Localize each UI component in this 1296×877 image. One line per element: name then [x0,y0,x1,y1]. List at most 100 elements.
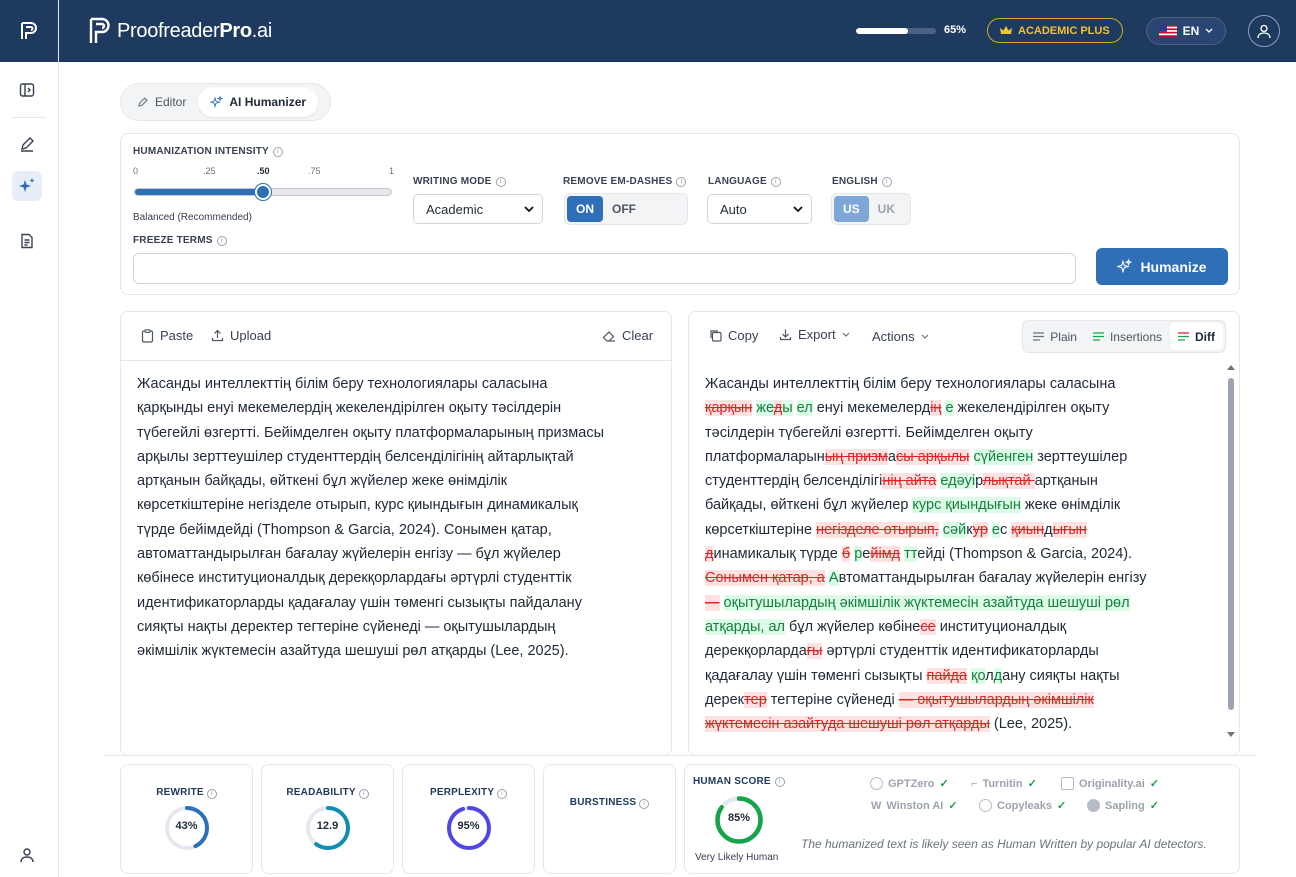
account-icon[interactable] [12,840,42,870]
info-icon[interactable]: i [770,176,781,187]
inserted-text: е [991,521,1000,538]
output-diff-text[interactable]: Жасанды интеллекттің білім беру технолог… [705,372,1209,736]
info-icon[interactable]: i [216,235,227,246]
crown-icon [1000,25,1012,34]
scrollbar-thumb[interactable] [1228,378,1234,710]
brand-logo[interactable]: Proofreader Pro .ai [87,16,272,46]
diff-line: Жасанды интеллекттің білім беру технолог… [705,372,1209,396]
mode-tabs: Editor AI Humanizer [120,83,331,121]
unchanged-text: студенттердің белсенділігі [705,473,883,490]
humanize-button-label: Humanize [1140,258,1207,275]
usage-percent: 65% [944,24,967,36]
paste-label: Paste [160,328,194,343]
clear-button[interactable]: Clear [602,328,653,343]
info-icon[interactable]: i [358,789,369,799]
sparkle-icon [1117,259,1133,274]
brand-name-bold: Pro [219,19,252,42]
english-uk-button[interactable]: UK [869,196,904,222]
check-icon: ✓ [1149,800,1159,812]
upload-button[interactable]: Upload [211,328,271,343]
scroll-down-icon[interactable] [1227,732,1235,738]
deleted-text: ың призм [824,448,888,465]
toggle-sidebar-icon[interactable] [12,75,42,105]
tick-label: .75 [308,166,321,176]
info-icon[interactable]: i [495,176,506,187]
diff-line: қадағалау үшін төменгі сызықты пайда қол… [705,664,1209,688]
intensity-ticks: 0 .25 .50 .75 1 [133,166,394,178]
text-line: түбегейлі өзгертті. Бейімделген оқыту пл… [137,424,604,441]
brand-name: Proofreader [117,19,220,42]
tab-ai-humanizer[interactable]: AI Humanizer [198,87,319,117]
download-icon [779,329,792,341]
tick-label: .50 [257,166,270,176]
output-scrollbar[interactable] [1226,364,1236,744]
info-icon[interactable]: i [774,776,785,787]
view-insertions-tab[interactable]: Insertions [1085,323,1170,350]
upload-icon [211,329,224,342]
check-icon: ✓ [1057,800,1067,812]
info-icon[interactable]: i [676,176,687,187]
tab-ai-humanizer-label: AI Humanizer [229,95,307,109]
user-menu-button[interactable] [1248,15,1280,47]
writing-mode-label: WRITING MODE i [413,176,506,187]
deleted-text: Сонымен қатар, а [705,570,825,587]
view-plain-label: Plain [1050,329,1077,344]
unchanged-text: әртүрлі студенттік идентификаторларды [822,643,1099,660]
humanize-button[interactable]: Humanize [1096,248,1228,285]
writing-mode-select[interactable]: Academic [413,194,543,224]
perplexity-value: 95% [457,820,480,832]
deleted-text: лықтай [982,473,1035,490]
chevron-down-icon [524,205,534,212]
editor-pen-icon[interactable] [12,129,42,159]
copy-button[interactable]: Copy [709,328,758,343]
settings-card: HUMANIZATION INTENSITY i 0 .25 .50 .75 1 … [120,133,1240,295]
language-select[interactable]: Auto [707,194,812,224]
info-icon[interactable]: i [639,799,650,809]
plan-badge[interactable]: ACADEMIC PLUS [987,18,1123,43]
deleted-text: ғы [806,643,823,660]
clear-label: Clear [622,328,654,343]
perplexity-ring: 95% [446,805,492,851]
view-plain-tab[interactable]: Plain [1025,323,1085,350]
freeze-terms-input[interactable] [133,253,1076,284]
text-line: автоматтандырылған бағалау жүйелерін енг… [137,546,561,563]
info-icon[interactable]: i [206,789,217,799]
unchanged-text: д [1044,521,1053,538]
info-icon[interactable]: i [497,789,508,799]
document-icon[interactable] [12,226,42,256]
info-icon[interactable]: i [881,176,892,187]
paste-button[interactable]: Paste [141,328,193,343]
em-dash-off-button[interactable]: OFF [603,196,645,222]
language-selector[interactable]: EN [1146,17,1226,45]
tab-editor[interactable]: Editor [125,87,198,117]
inserted-text: қо [971,667,986,684]
export-button[interactable]: Export [779,327,850,342]
user-icon [1257,24,1271,38]
unchanged-text: а [887,448,896,465]
input-text-area[interactable]: Жасанды интеллекттің білім беру технолог… [137,372,649,664]
gptzero-icon [870,777,883,790]
em-dash-on-button[interactable]: ON [567,196,603,222]
ai-humanizer-sparkle-icon[interactable] [12,171,42,201]
tab-editor-label: Editor [155,95,187,109]
info-icon[interactable]: i [272,146,283,157]
text-line: идентификаторларды қадағалау үшін төменг… [137,594,582,611]
unchanged-text: с [1000,521,1012,538]
app-logo[interactable] [0,0,58,62]
lines-icon [1033,332,1045,341]
view-diff-tab[interactable]: Diff [1170,323,1223,350]
scroll-up-icon[interactable] [1227,364,1235,370]
export-label: Export [798,327,836,342]
output-panel: Copy Export Actions Plain Insertions Dif… [688,311,1240,756]
human-score-caption: Very Likely Human [695,852,779,863]
inserted-text: оқытушылардың әкімшілік жүктемесін азайт… [723,594,1130,611]
english-us-button[interactable]: US [834,196,869,222]
slider-handle[interactable] [255,184,271,200]
intensity-slider[interactable] [134,184,392,200]
deleted-text: ур [972,521,988,538]
actions-button[interactable]: Actions [872,329,929,344]
output-toolbar: Copy Export Actions Plain Insertions Dif… [689,312,1239,361]
rewrite-card: REWRITE i 43% [120,764,253,874]
chevron-down-icon [842,332,850,337]
clipboard-icon [141,328,154,343]
